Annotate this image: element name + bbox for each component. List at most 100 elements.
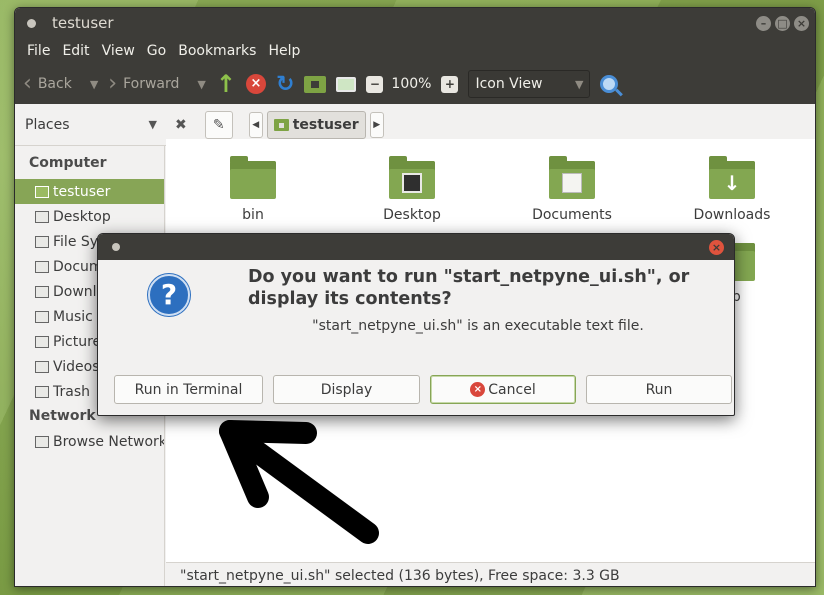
menu-go[interactable]: Go <box>141 43 172 59</box>
pencil-icon: ✎ <box>212 116 225 133</box>
chevron-right-icon: › <box>108 71 118 96</box>
arrow-up-icon: ↑ <box>215 70 236 98</box>
reload-button[interactable]: ↻ <box>276 72 294 97</box>
back-label: Back <box>37 76 72 92</box>
documents-icon <box>35 260 49 273</box>
file-name: Documents <box>532 207 612 223</box>
music-icon <box>35 310 49 323</box>
sidebar-header-computer: Computer <box>29 155 107 171</box>
documents-folder-icon <box>549 156 595 199</box>
file-name: bin <box>242 207 264 223</box>
zoom-level: 100% <box>391 76 432 92</box>
home-folder-icon <box>304 75 327 93</box>
dialog-titlebar[interactable]: × <box>98 234 734 260</box>
places-select[interactable]: Places ▼ <box>15 117 157 133</box>
sidebar-item-desktop[interactable]: Desktop <box>15 204 164 229</box>
menu-help[interactable]: Help <box>262 43 306 59</box>
folder-icon <box>230 156 276 199</box>
home-folder-icon <box>273 118 289 131</box>
window-titlebar[interactable]: testuser – □ × <box>15 8 815 38</box>
menu-file[interactable]: File <box>21 43 56 59</box>
computer-button[interactable] <box>336 76 357 92</box>
view-mode-select[interactable]: Icon View ▼ <box>468 70 591 98</box>
file-item-bin[interactable]: bin <box>198 156 308 223</box>
breadcrumb-right-button[interactable]: ▶ <box>369 111 384 138</box>
menubar: File Edit View Go Bookmarks Help <box>15 38 815 64</box>
stop-icon: × <box>245 74 266 94</box>
sidebar-item-label: Browse Network <box>53 433 164 450</box>
run-button[interactable]: Run <box>586 375 732 404</box>
window-menu-icon[interactable] <box>27 18 36 28</box>
minimize-icon[interactable]: – <box>756 15 771 31</box>
chevron-down-icon: ▼ <box>574 77 584 91</box>
toolbar: ‹ Back ▼ › Forward ▼ ↑ × ↻ − 100% + Icon… <box>15 64 815 104</box>
search-icon[interactable] <box>600 75 619 93</box>
chevron-left-icon: ‹ <box>23 71 32 96</box>
chevron-down-icon: ▼ <box>148 118 157 131</box>
run-confirm-dialog: × ? Do you want to run "start_netpyne_ui… <box>97 233 735 416</box>
file-name: Downloads <box>693 207 771 223</box>
display-button[interactable]: Display <box>273 375 420 404</box>
close-icon[interactable]: × <box>709 239 724 255</box>
window-title: testuser <box>52 14 114 32</box>
zoom-out-icon[interactable]: − <box>366 75 384 93</box>
breadcrumb-left-button[interactable]: ◀ <box>248 111 263 138</box>
menu-edit[interactable]: Edit <box>56 43 95 59</box>
file-item-desktop[interactable]: Desktop <box>357 156 467 223</box>
home-button[interactable] <box>304 75 327 93</box>
chevron-down-icon[interactable]: ▼ <box>197 78 205 91</box>
breadcrumb-label: testuser <box>292 116 359 133</box>
network-icon <box>35 435 49 448</box>
up-button[interactable]: ↑ <box>216 70 236 98</box>
cancel-icon: × <box>470 382 486 397</box>
close-icon[interactable]: × <box>794 15 809 31</box>
file-item-documents[interactable]: Documents <box>517 156 627 223</box>
breadcrumb: ◀ testuser ▶ <box>248 110 384 139</box>
window-menu-icon[interactable] <box>112 243 120 251</box>
sidebar-item-browse-network[interactable]: Browse Network <box>15 429 164 454</box>
forward-label: Forward <box>123 76 180 92</box>
annotation-arrow-icon <box>219 420 379 544</box>
close-sidebar-icon[interactable]: ✖ <box>175 117 187 133</box>
breadcrumb-item-home[interactable]: testuser <box>266 110 366 139</box>
videos-icon <box>35 360 49 373</box>
sidebar-item-label: testuser <box>53 183 111 200</box>
desktop-icon <box>35 210 49 223</box>
dialog-button-row: Run in Terminal Display × Cancel Run <box>106 375 732 405</box>
window-controls: – □ × <box>756 15 815 31</box>
cancel-label: Cancel <box>488 381 536 398</box>
zoom-in-icon[interactable]: + <box>441 75 459 93</box>
maximize-icon[interactable]: □ <box>775 15 790 31</box>
file-item-downloads[interactable]: ↓ Downloads <box>677 156 787 223</box>
drive-icon <box>35 235 49 248</box>
desktop-folder-icon <box>389 156 435 199</box>
menu-bookmarks[interactable]: Bookmarks <box>172 43 262 59</box>
file-name: Desktop <box>383 207 441 223</box>
trash-icon <box>35 385 49 398</box>
reload-icon: ↻ <box>275 71 295 97</box>
status-text: "start_netpyne_ui.sh" selected (136 byte… <box>180 567 620 584</box>
places-label: Places <box>25 116 70 133</box>
stop-button[interactable]: × <box>245 74 266 94</box>
cancel-button[interactable]: × Cancel <box>430 375 576 404</box>
home-folder-icon <box>35 185 49 198</box>
status-bar: "start_netpyne_ui.sh" selected (136 byte… <box>166 562 815 586</box>
downloads-folder-icon: ↓ <box>709 156 755 199</box>
question-icon: ? <box>148 274 190 316</box>
run-in-terminal-button[interactable]: Run in Terminal <box>114 375 263 404</box>
sidebar-item-label: Music <box>53 308 93 325</box>
back-button[interactable]: ‹ Back ▼ <box>23 73 98 95</box>
computer-icon <box>336 76 357 92</box>
dialog-heading: Do you want to run "start_netpyne_ui.sh"… <box>248 267 690 309</box>
view-mode-value: Icon View <box>475 76 543 92</box>
chevron-down-icon[interactable]: ▼ <box>90 78 98 91</box>
downloads-icon <box>35 285 49 298</box>
sidebar-item-testuser[interactable]: testuser <box>15 179 164 204</box>
pictures-icon <box>35 335 49 348</box>
edit-location-button[interactable]: ✎ <box>204 110 233 139</box>
forward-button[interactable]: › Forward ▼ <box>108 73 206 95</box>
zoom-controls: − 100% + <box>366 75 459 93</box>
sidebar-item-label: Desktop <box>53 208 111 225</box>
sidebar-item-label: Trash <box>53 383 90 400</box>
menu-view[interactable]: View <box>96 43 141 59</box>
